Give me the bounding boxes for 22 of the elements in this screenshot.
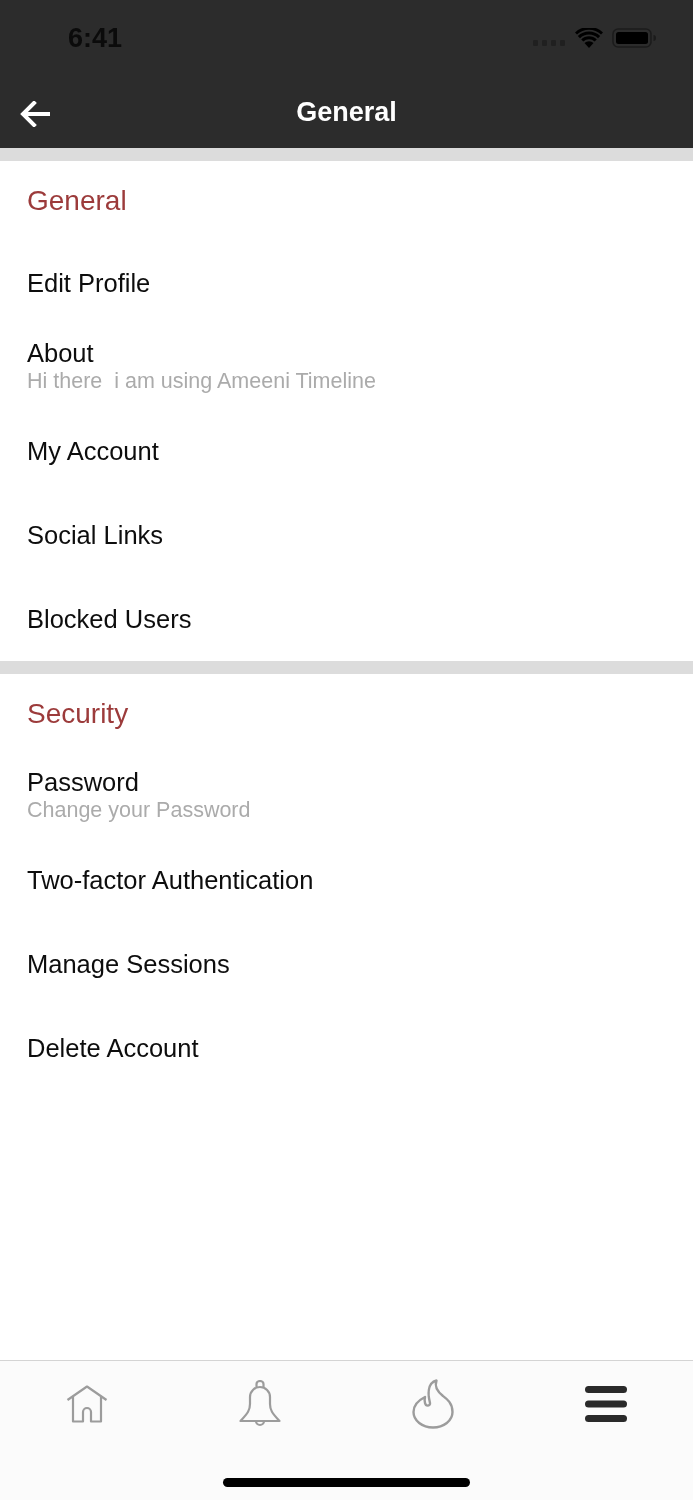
battery-icon [612,27,656,48]
settings-item[interactable]: Edit Profile [0,241,693,325]
settings-item[interactable]: Blocked Users [0,577,693,661]
home-icon [65,1384,108,1423]
bell-icon [238,1379,281,1428]
settings-item[interactable]: My Account [0,409,693,493]
settings-item[interactable]: Social Links [0,493,693,577]
settings-item[interactable]: About Hi there i am using Ameeni Timeline [0,325,693,409]
menu-icon [585,1385,628,1422]
settings-item[interactable]: Password Change your Password [0,754,693,838]
settings-item[interactable]: Manage Sessions [0,922,693,1006]
section-title: Security [26,697,130,731]
section-title: General [26,184,128,218]
settings-item[interactable]: Two-factor Authentication [0,838,693,922]
flame-icon [412,1378,455,1429]
settings-item[interactable]: Delete Account [0,1006,693,1090]
arrow-left-icon [20,100,50,127]
screen-title: General [296,95,397,128]
back-button[interactable] [20,100,50,127]
item-subtitle: Hi there i am using Ameeni Timeline [27,368,376,395]
wifi-icon [575,27,603,48]
item-subtitle: Change your Password [27,797,251,824]
